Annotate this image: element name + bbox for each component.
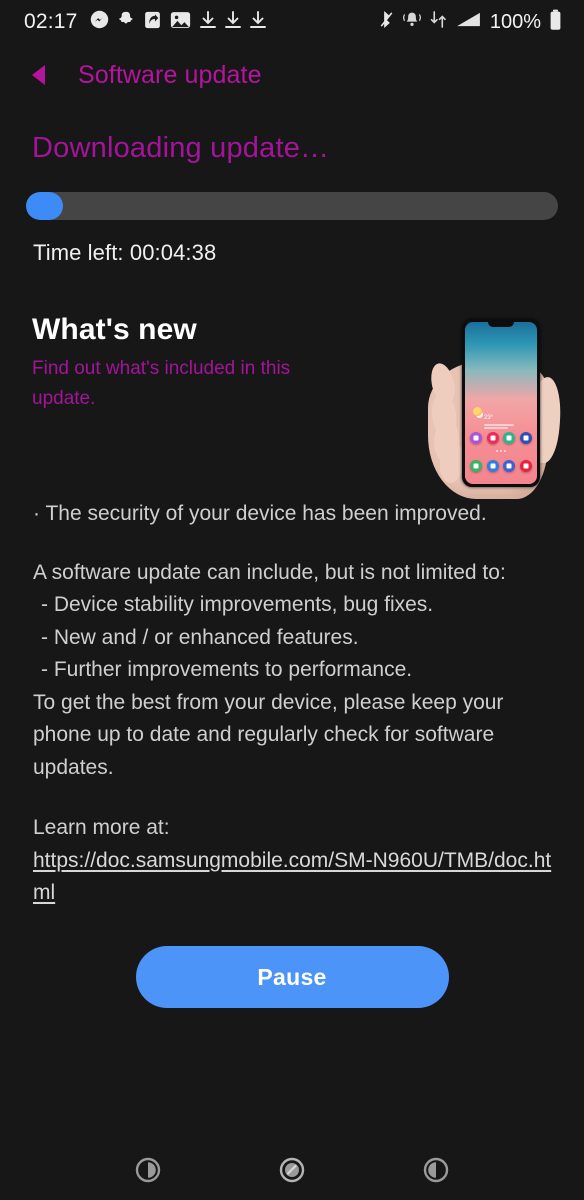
app-icon	[486, 460, 499, 472]
hand-holding-phone-illustration: 23°	[426, 319, 563, 499]
app-icon-row-2	[470, 460, 532, 472]
note-item: - Further improvements to performance.	[41, 658, 413, 682]
app-icon	[519, 460, 532, 472]
learn-more-block: Learn more at: https://doc.samsungmobile…	[33, 812, 554, 910]
app-icon	[503, 460, 516, 472]
page-title: Software update	[78, 60, 262, 89]
weather-temperature: 23°	[484, 415, 494, 421]
release-notes: · The security of your device has been i…	[0, 498, 584, 910]
note-item: - Device stability improvements, bug fix…	[41, 593, 434, 617]
note-item: - New and / or enhanced features.	[41, 625, 359, 649]
app-icon	[470, 432, 482, 444]
download-status-title: Downloading update…	[32, 132, 330, 164]
system-navigation-bar	[0, 1140, 584, 1200]
download-progress-bar	[26, 192, 558, 220]
note-intro: A software update can include, but is no…	[33, 560, 506, 584]
recents-circle-icon[interactable]	[131, 1153, 165, 1187]
action-button-row: Pause	[0, 946, 584, 1009]
sun-cloud-icon	[473, 407, 482, 416]
time-left-label: Time left: 00:04:38	[33, 240, 217, 265]
weather-detail-lines	[484, 424, 514, 429]
note-closing: To get the best from your device, please…	[33, 690, 504, 779]
share-arrow-icon	[144, 11, 161, 34]
battery-icon	[549, 9, 562, 36]
download-arrow-icon	[249, 10, 266, 34]
data-transfer-icon	[430, 10, 447, 34]
phone-screen: 23°	[465, 322, 537, 484]
status-bar-left: 02:17	[24, 10, 380, 34]
page-indicator-dots	[496, 450, 506, 452]
whats-new-section[interactable]: What's new Find out what's included in t…	[0, 313, 584, 499]
app-header: Software update	[0, 44, 584, 106]
download-progress-fill	[26, 192, 64, 220]
whats-new-subtitle: Find out what's included in this update.	[32, 358, 291, 410]
bluetooth-muted-icon	[380, 10, 394, 34]
status-bar-right: 100%	[380, 9, 562, 36]
back-circle-icon[interactable]	[419, 1153, 453, 1187]
status-clock: 02:17	[24, 10, 78, 33]
download-arrow-icon	[224, 10, 241, 34]
learn-more-link[interactable]: https://doc.samsungmobile.com/SM-N960U/T…	[33, 849, 551, 905]
app-icon	[486, 432, 499, 444]
software-update-screen: 02:17 100% Software update Downloading u…	[0, 0, 584, 1200]
app-icon	[470, 460, 482, 472]
status-bar: 02:17 100%	[0, 0, 584, 44]
messenger-icon	[90, 10, 109, 34]
app-icon	[519, 432, 532, 444]
gallery-image-icon	[170, 11, 191, 34]
back-triangle-icon[interactable]	[22, 58, 56, 92]
vibrate-bell-icon	[402, 10, 422, 34]
home-circle-icon[interactable]	[275, 1153, 309, 1187]
signal-strength-icon	[455, 10, 482, 34]
learn-more-label: Learn more at:	[33, 816, 170, 840]
phone-notch	[488, 322, 514, 327]
app-icon	[503, 432, 516, 444]
phone-body: 23°	[462, 319, 540, 487]
download-arrow-icon	[199, 10, 216, 34]
pause-button[interactable]: Pause	[135, 946, 449, 1009]
snapchat-ghost-icon	[118, 10, 135, 34]
weather-widget: 23°	[473, 406, 514, 430]
note-security-bullet: · The security of your device has been i…	[33, 502, 487, 525]
app-icon-row-1	[470, 432, 532, 444]
battery-percentage: 100%	[489, 10, 541, 33]
